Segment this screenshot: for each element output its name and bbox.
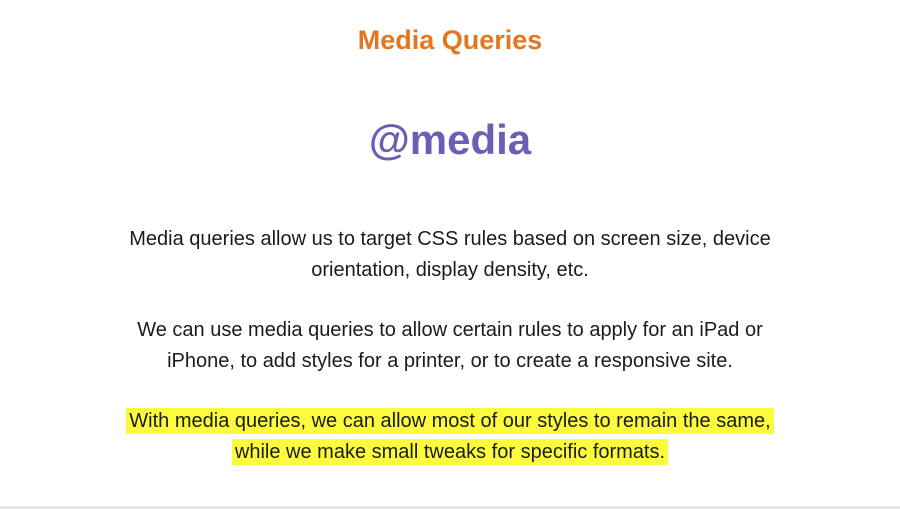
paragraph-media-queries-intro: Media queries allow us to target CSS rul… — [40, 224, 860, 286]
paragraph-line: iPhone, to add styles for a printer, or … — [167, 350, 733, 372]
paragraph-line: orientation, display density, etc. — [311, 259, 589, 281]
slide-title: Media Queries — [357, 25, 543, 55]
slide: Media Queries @media Media queries allow… — [0, 0, 900, 509]
slide-subtitle: @media — [368, 116, 532, 163]
highlighted-line: With media queries, we can allow most of… — [126, 408, 774, 434]
paragraph-media-queries-uses: We can use media queries to allow certai… — [40, 315, 860, 377]
paragraph-highlighted-summary: With media queries, we can allow most of… — [40, 406, 860, 468]
paragraph-line: We can use media queries to allow certai… — [137, 319, 763, 341]
highlighted-line: while we make small tweaks for specific … — [231, 439, 669, 465]
paragraph-line: Media queries allow us to target CSS rul… — [129, 228, 771, 250]
